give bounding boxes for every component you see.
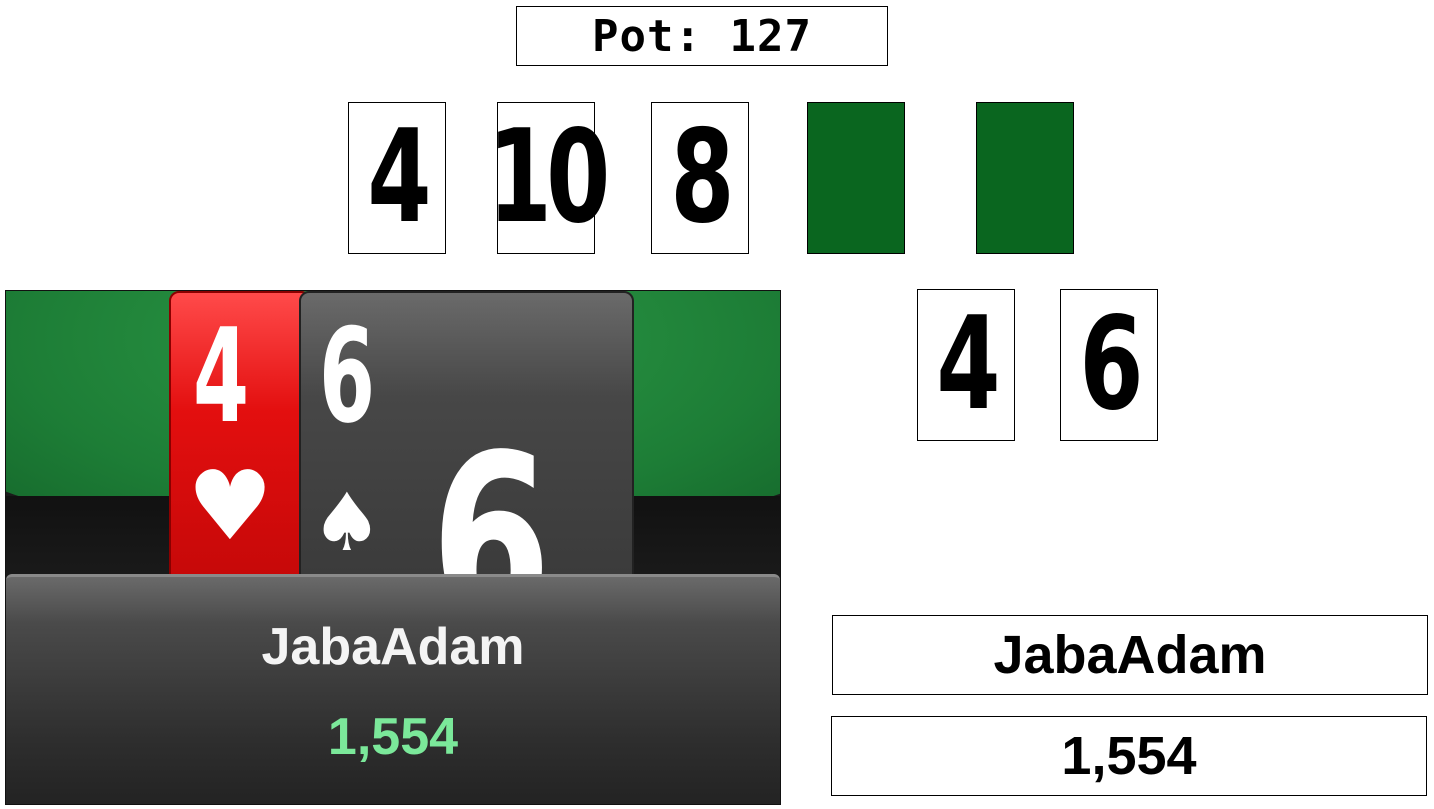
heart-icon: ♥ [187,450,274,562]
player-stack-label: 1,554 [327,708,459,766]
player-nameplate: JabaAdam 1,554 [6,574,780,804]
player-card-rank: 6 [319,300,376,452]
board-card-1: 4 [348,102,446,254]
hole-card-rank: 6 [1079,290,1144,439]
board-card-rank: 8 [670,103,735,252]
player-stack: 1,554 [1061,726,1197,786]
hole-card-rank: 4 [936,290,1001,439]
hole-card-2: 6 [1060,289,1158,441]
player-card-heart: 4 ♥ [169,291,311,591]
client-screenshot: 4 ♥ 6 ♠ 6 JabaAdam 1,554 [5,290,781,805]
player-stack-box: 1,554 [831,716,1427,796]
board-card-3: 8 [651,102,749,254]
board-card-4-facedown [807,102,905,254]
board-card-rank: 10 [487,103,610,252]
board-card-5-facedown [976,102,1074,254]
board-card-2: 10 [488,102,610,254]
player-card-rank: 4 [193,300,250,452]
player-name: JabaAdam [993,625,1267,685]
spade-icon: ♠ [311,476,383,569]
player-card-big-rank: 6 [431,403,552,591]
hole-card-1: 4 [917,289,1015,441]
pot-display: Pot: 127 [516,6,888,66]
player-name-label: JabaAdam [261,618,525,676]
player-name-box: JabaAdam [832,615,1428,695]
player-card-spade: 6 ♠ 6 [299,291,634,591]
board-card-rank: 4 [367,103,432,252]
pot-label: Pot: 127 [592,10,812,62]
